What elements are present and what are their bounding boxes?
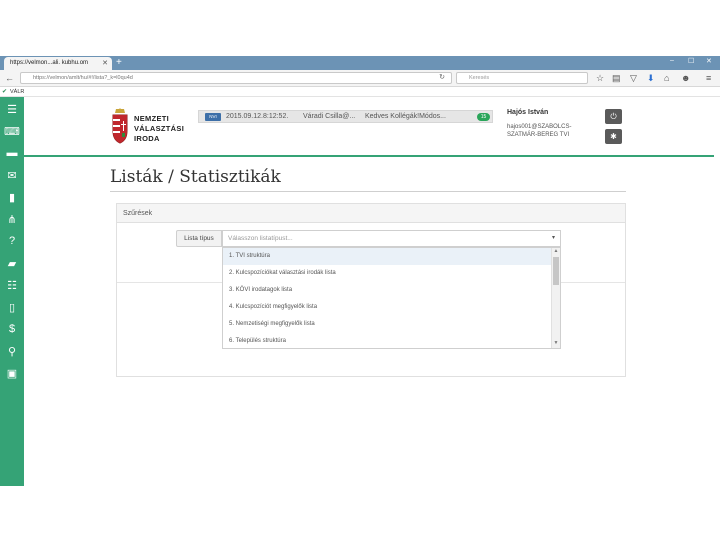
menu-icon[interactable]: ≡ bbox=[706, 72, 711, 84]
sidebar-monitor-icon[interactable]: ⌨ bbox=[0, 120, 24, 142]
scroll-down-icon[interactable]: ▼ bbox=[552, 340, 560, 346]
search-placeholder: Keresés bbox=[469, 75, 490, 81]
dropdown-option[interactable]: 5. Nemzetiségi megfigyelők lista bbox=[223, 316, 553, 333]
dropdown-option[interactable]: 4. Kulcspozíciót megfigyelők lista bbox=[223, 299, 553, 316]
sidebar-book-icon[interactable]: ▯ bbox=[0, 296, 24, 318]
page-title: Listák / Statisztikák bbox=[110, 167, 281, 187]
bookmark-bar: ✔ VÁLR bbox=[0, 87, 720, 97]
list-type-label: Lista típus bbox=[176, 230, 222, 247]
browser-titlebar: https://velmon...ali. kubhu.om ✕ + – ☐ ✕ bbox=[0, 56, 720, 70]
app-sidebar: ☰ ⌨ ▬ ✉ ▮ ⋔ ? ▰ ☷ ▯ $ ⚲ ▣ bbox=[0, 97, 24, 486]
sidebar-briefcase-icon[interactable]: ▰ bbox=[0, 252, 24, 274]
chevron-down-icon[interactable]: ▾ bbox=[552, 231, 555, 246]
sidebar-chat-icon[interactable]: ▬ bbox=[0, 142, 24, 164]
browser-window: https://velmon...ali. kubhu.om ✕ + – ☐ ✕… bbox=[0, 56, 720, 486]
coat-of-arms-icon bbox=[112, 108, 128, 144]
checkmark-icon: ✔ bbox=[2, 89, 8, 95]
dropdown-option[interactable]: 1. TVI struktúra bbox=[223, 248, 553, 265]
star-icon[interactable]: ☆ bbox=[596, 72, 604, 84]
sidebar-table-icon[interactable]: ▣ bbox=[0, 362, 24, 384]
back-icon[interactable]: ← bbox=[5, 72, 14, 84]
new-tab-button[interactable]: + bbox=[116, 56, 122, 70]
select-placeholder: Válasszon listatípust... bbox=[228, 235, 293, 242]
dropdown-option[interactable]: 3. KÖVI irodatagok lista bbox=[223, 282, 553, 299]
ticker-message: Kedves Kollégák!Módos... bbox=[365, 113, 446, 120]
list-type-select[interactable]: Válasszon listatípust... ▾ bbox=[222, 230, 561, 247]
message-count-badge: 15 bbox=[477, 113, 490, 121]
sidebar-menu-icon[interactable]: ☰ bbox=[0, 98, 24, 120]
panel-title: Szűrések bbox=[117, 204, 625, 223]
extension-icon[interactable]: ☻ bbox=[681, 72, 690, 84]
tab-close-icon[interactable]: ✕ bbox=[102, 57, 108, 70]
title-divider bbox=[110, 191, 626, 192]
dropdown-option[interactable]: 2. Kulcspozíciókat választási irodák lis… bbox=[223, 265, 553, 282]
scrollbar-thumb[interactable] bbox=[553, 257, 559, 285]
sidebar-dollar-icon[interactable]: $ bbox=[0, 318, 24, 340]
sidebar-envelope-icon[interactable]: ✉ bbox=[0, 164, 24, 186]
home-icon[interactable]: ⌂ bbox=[664, 72, 669, 84]
header-divider bbox=[24, 155, 714, 157]
tab-title: https://velmon...ali. kubhu.om bbox=[10, 60, 89, 66]
message-ticker[interactable]: NVI 2015.09.12.8:12:52. Váradi Csilla@..… bbox=[198, 110, 493, 123]
org-name: NEMZETI VÁLASZTÁSI IRODA bbox=[134, 114, 185, 143]
ticker-date: 2015.09.12.8:12:52. bbox=[226, 113, 289, 120]
pocket-icon[interactable]: ▽ bbox=[630, 72, 637, 84]
logout-button[interactable]: ⏻ bbox=[605, 109, 622, 124]
sidebar-sitemap-icon[interactable]: ⋔ bbox=[0, 208, 24, 230]
bookmark-item[interactable]: VÁLR bbox=[10, 89, 24, 95]
scroll-up-icon[interactable]: ▲ bbox=[552, 248, 560, 254]
browser-navbar: ← https://velmon/amlt/hu/#!/lista?_k=l0q… bbox=[0, 70, 720, 87]
user-details: hajos001@SZABOLCS- SZATMÁR-BEREG TVI bbox=[507, 124, 572, 138]
sidebar-search-icon[interactable]: ⚲ bbox=[0, 340, 24, 362]
dropdown-option[interactable]: 6. Település struktúra bbox=[223, 333, 553, 348]
user-name: Hajós István bbox=[507, 109, 549, 116]
sidebar-document-icon[interactable]: ▮ bbox=[0, 186, 24, 208]
sidebar-list-icon[interactable]: ☷ bbox=[0, 274, 24, 296]
address-text: https://velmon/amlt/hu/#!/lista?_k=l0qu4… bbox=[33, 75, 133, 81]
reading-list-icon[interactable]: ▤ bbox=[612, 72, 621, 84]
settings-button[interactable]: ✱ bbox=[605, 129, 622, 144]
download-icon[interactable]: ⬇ bbox=[647, 72, 655, 84]
ticker-sender: Váradi Csilla@... bbox=[303, 113, 356, 120]
sidebar-question-icon[interactable]: ? bbox=[0, 230, 24, 252]
maximize-button[interactable]: ☐ bbox=[688, 57, 694, 65]
browser-tab[interactable]: https://velmon...ali. kubhu.om ✕ bbox=[4, 57, 112, 70]
list-type-dropdown: 1. TVI struktúra 2. Kulcspozíciókat vála… bbox=[222, 247, 561, 349]
search-input[interactable]: Keresés bbox=[456, 72, 588, 84]
close-window-button[interactable]: ✕ bbox=[706, 57, 712, 65]
reload-icon[interactable]: ↻ bbox=[439, 73, 445, 83]
ticker-badge: NVI bbox=[205, 113, 221, 121]
address-bar[interactable]: https://velmon/amlt/hu/#!/lista?_k=l0qu4… bbox=[20, 72, 452, 84]
dropdown-scrollbar[interactable]: ▲ ▼ bbox=[551, 248, 560, 348]
minimize-button[interactable]: – bbox=[670, 57, 674, 64]
